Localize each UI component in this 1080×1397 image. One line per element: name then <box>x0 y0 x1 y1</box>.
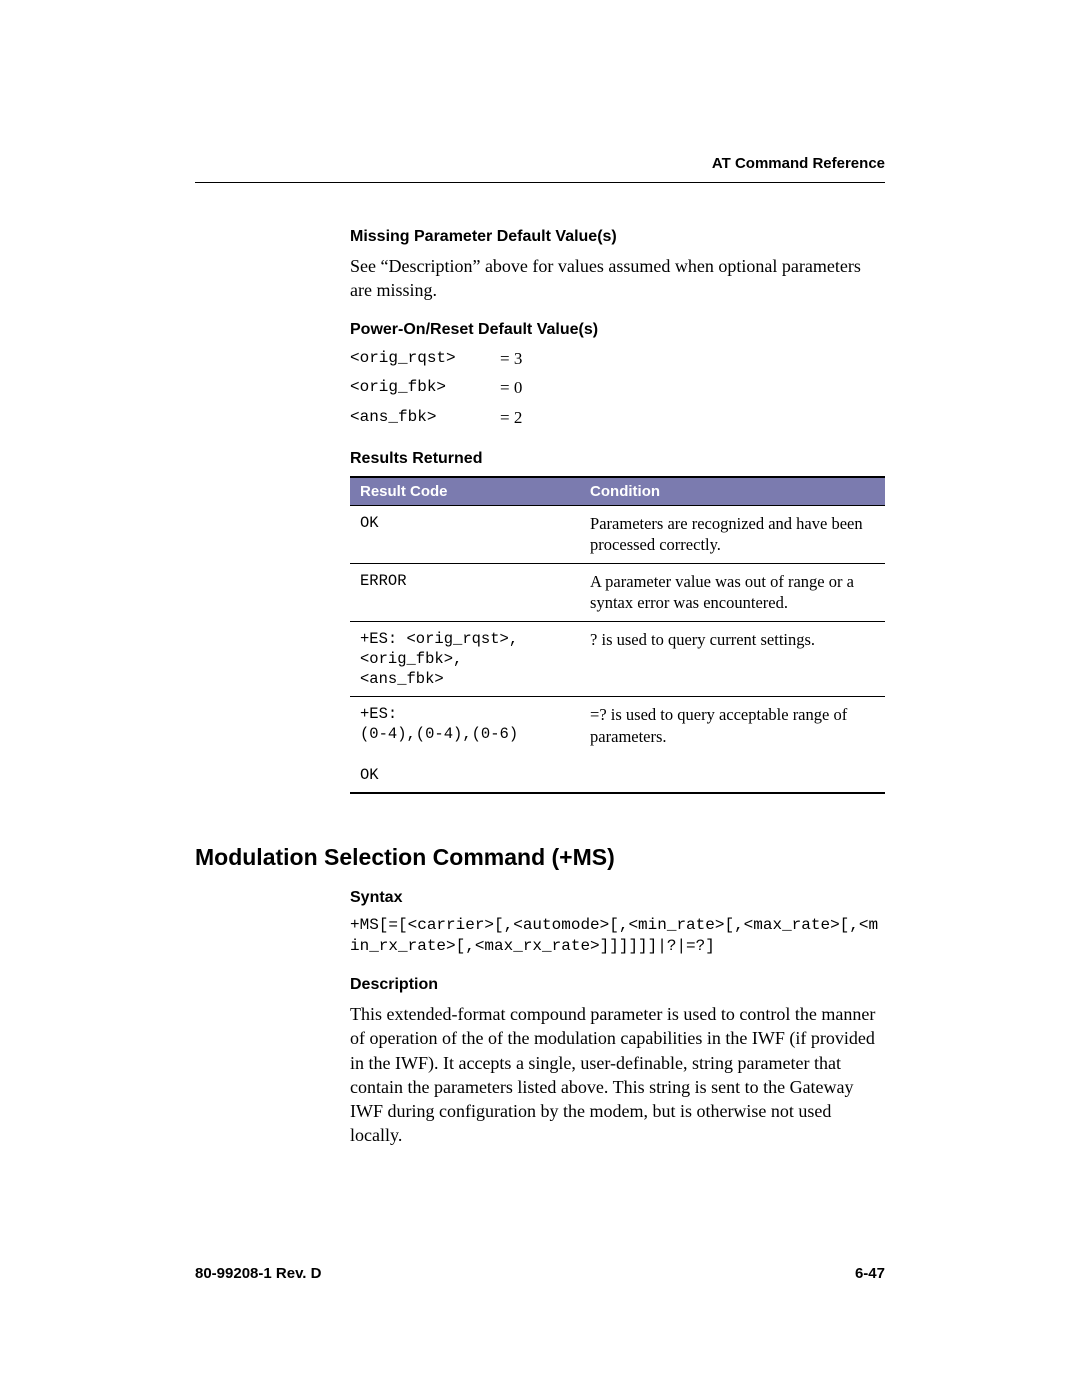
missing-params-heading: Missing Parameter Default Value(s) <box>350 228 885 246</box>
power-on-heading: Power-On/Reset Default Value(s) <box>350 321 885 339</box>
table-row: ERROR A parameter value was out of range… <box>350 563 885 621</box>
default-row: <orig_fbk> = 0 <box>350 376 885 400</box>
table-row: OK Parameters are recognized and have be… <box>350 505 885 563</box>
result-code: OK <box>350 505 580 563</box>
default-row: <orig_rqst> = 3 <box>350 347 885 371</box>
results-header-condition: Condition <box>580 477 885 506</box>
result-condition: Parameters are recognized and have been … <box>580 505 885 563</box>
result-code: +ES: (0-4),(0-4),(0-6) OK <box>350 697 580 793</box>
results-table: Result Code Condition OK Parameters are … <box>350 476 885 794</box>
default-value: = 0 <box>500 376 522 400</box>
defaults-table: <orig_rqst> = 3 <orig_fbk> = 0 <ans_fbk>… <box>350 347 885 430</box>
default-param: <orig_fbk> <box>350 376 500 400</box>
result-code: +ES: <orig_rqst>, <orig_fbk>, <ans_fbk> <box>350 621 580 696</box>
table-row: +ES: (0-4),(0-4),(0-6) OK =? is used to … <box>350 697 885 793</box>
missing-params-text: See “Description” above for values assum… <box>350 254 885 303</box>
syntax-code: +MS[=[<carrier>[,<automode>[,<min_rate>[… <box>350 915 885 958</box>
header-category: AT Command Reference <box>195 155 885 183</box>
table-row: +ES: <orig_rqst>, <orig_fbk>, <ans_fbk> … <box>350 621 885 696</box>
results-header-code: Result Code <box>350 477 580 506</box>
results-heading: Results Returned <box>350 450 885 468</box>
default-value: = 2 <box>500 406 522 430</box>
result-condition: A parameter value was out of range or a … <box>580 563 885 621</box>
default-value: = 3 <box>500 347 522 371</box>
description-text: This extended-format compound parameter … <box>350 1002 885 1148</box>
syntax-heading: Syntax <box>350 889 885 907</box>
section-title: Modulation Selection Command (+MS) <box>195 844 885 871</box>
description-heading: Description <box>350 976 885 994</box>
default-param: <ans_fbk> <box>350 406 500 430</box>
result-condition: =? is used to query acceptable range of … <box>580 697 885 793</box>
footer-doc-id: 80-99208-1 Rev. D <box>195 1265 321 1282</box>
default-row: <ans_fbk> = 2 <box>350 406 885 430</box>
result-code: ERROR <box>350 563 580 621</box>
default-param: <orig_rqst> <box>350 347 500 371</box>
result-condition: ? is used to query current settings. <box>580 621 885 696</box>
footer: 80-99208-1 Rev. D 6-47 <box>195 1265 885 1282</box>
footer-page-number: 6-47 <box>855 1265 885 1282</box>
